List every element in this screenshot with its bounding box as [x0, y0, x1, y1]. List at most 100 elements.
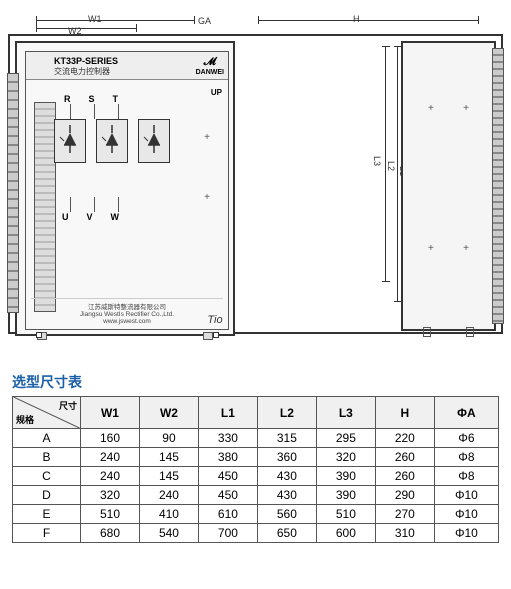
cell-l2: 430 — [257, 467, 316, 486]
cell-w2: 540 — [139, 524, 198, 543]
thyristor-3 — [138, 119, 170, 163]
device-inner: KT33P-SERIES 交流电力控制器 𝓜 DANWEI UP R S T — [25, 51, 229, 330]
cell-w1: 510 — [81, 505, 140, 524]
table-row: E 510 410 610 560 510 270 Φ10 — [13, 505, 499, 524]
cell-l2: 560 — [257, 505, 316, 524]
cell-phi: Φ10 — [434, 505, 498, 524]
w1-dim-line — [36, 20, 194, 21]
v-label: V — [87, 212, 93, 222]
w2-right-tick — [136, 24, 137, 32]
diag-bottom: 规格 — [16, 413, 34, 426]
company-en: Jiangsu WestIs Rectifier Co.,Ltd. — [31, 311, 223, 318]
cell-l3: 390 — [316, 486, 375, 505]
l2-label: L2 — [386, 161, 396, 171]
col-phi: ΦA — [434, 397, 498, 429]
company-info: 江苏威斯特整流器有限公司 Jiangsu WestIs Rectifier Co… — [31, 298, 223, 325]
ga-label: GA — [198, 16, 211, 26]
dim-right-labels: L3 L2 L1 — [366, 41, 386, 331]
s-label: S — [89, 94, 95, 104]
cell-w1: 680 — [81, 524, 140, 543]
cell-w2: 145 — [139, 448, 198, 467]
up-label: UP — [211, 88, 222, 97]
table-row: B 240 145 380 360 320 260 Φ8 — [13, 448, 499, 467]
cell-l1: 450 — [198, 486, 257, 505]
cell-h: 310 — [375, 524, 434, 543]
table-title: 选型尺寸表 — [12, 372, 499, 392]
cell-l2: 430 — [257, 486, 316, 505]
u-label: U — [62, 212, 69, 222]
cell-spec: B — [13, 448, 81, 467]
cell-l1: 380 — [198, 448, 257, 467]
cell-h: 260 — [375, 448, 434, 467]
tio-label: Tio — [207, 314, 222, 326]
cell-l3: 600 — [316, 524, 375, 543]
cell-l2: 360 — [257, 448, 316, 467]
device-logo: 𝓜 DANWEI — [196, 56, 224, 76]
cross-side-4: + — [463, 243, 469, 254]
table-row: F 680 540 700 650 600 310 Φ10 — [13, 524, 499, 543]
bottom-mount-right — [203, 332, 213, 340]
cell-spec: F — [13, 524, 81, 543]
w-label: W — [111, 212, 120, 222]
website: www.jswest.com — [31, 318, 223, 325]
cell-l1: 700 — [198, 524, 257, 543]
mount-hole-bl — [36, 332, 42, 338]
thyristors-row — [54, 119, 170, 163]
thyristor-1 — [54, 119, 86, 163]
h-right-tick — [478, 16, 479, 24]
cross-1: + — [204, 132, 210, 143]
diag-top: 尺寸 — [59, 399, 77, 412]
device-side: + + + + — [401, 41, 496, 331]
w1-label: W1 — [88, 14, 102, 24]
cell-spec: A — [13, 429, 81, 448]
cell-l2: 315 — [257, 429, 316, 448]
w1-left-tick — [36, 16, 37, 24]
cell-h: 260 — [375, 467, 434, 486]
cell-w1: 320 — [81, 486, 140, 505]
cross-side-1: + — [428, 103, 434, 114]
uvw-labels: U V W — [62, 212, 119, 222]
cell-w1: 160 — [81, 429, 140, 448]
diagonal-header: 尺寸 规格 — [13, 397, 81, 429]
cell-l3: 295 — [316, 429, 375, 448]
t-label: T — [113, 94, 119, 104]
cell-w2: 90 — [139, 429, 198, 448]
cell-h: 220 — [375, 429, 434, 448]
table-row: C 240 145 450 430 390 260 Φ8 — [13, 467, 499, 486]
cell-l2: 650 — [257, 524, 316, 543]
table-row: A 160 90 330 315 295 220 Φ6 — [13, 429, 499, 448]
w1-right-tick — [194, 16, 195, 24]
cross-2: + — [204, 192, 210, 203]
cell-spec: C — [13, 467, 81, 486]
device-front: KT33P-SERIES 交流电力控制器 𝓜 DANWEI UP R S T — [15, 41, 235, 336]
cell-l1: 330 — [198, 429, 257, 448]
cell-phi: Φ8 — [434, 448, 498, 467]
cell-h: 290 — [375, 486, 434, 505]
cell-l1: 610 — [198, 505, 257, 524]
drawing-border: KT33P-SERIES 交流电力控制器 𝓜 DANWEI UP R S T — [8, 34, 503, 334]
col-l2: L2 — [257, 397, 316, 429]
company-cn: 江苏威斯特整流器有限公司 — [31, 301, 223, 311]
brand-name: DANWEI — [196, 69, 224, 76]
col-w1: W1 — [81, 397, 140, 429]
cell-l3: 320 — [316, 448, 375, 467]
col-l1: L1 — [198, 397, 257, 429]
cell-spec: D — [13, 486, 81, 505]
cell-w2: 145 — [139, 467, 198, 486]
col-w2: W2 — [139, 397, 198, 429]
cell-phi: Φ8 — [434, 467, 498, 486]
h-dim-line — [258, 20, 478, 21]
main-container: W1 W2 GA H KT33P-SERIES 交流电力控制器 — [0, 0, 511, 589]
bottom-tick-right-side — [466, 327, 474, 337]
w2-left-tick — [36, 24, 37, 32]
cell-w1: 240 — [81, 448, 140, 467]
cell-phi: Φ10 — [434, 486, 498, 505]
cell-w2: 240 — [139, 486, 198, 505]
cell-phi: Φ6 — [434, 429, 498, 448]
cell-l3: 510 — [316, 505, 375, 524]
cell-phi: Φ10 — [434, 524, 498, 543]
left-terminal-strip — [7, 73, 19, 313]
cell-spec: E — [13, 505, 81, 524]
w2-dim-line — [36, 28, 136, 29]
cross-side-2: + — [463, 103, 469, 114]
